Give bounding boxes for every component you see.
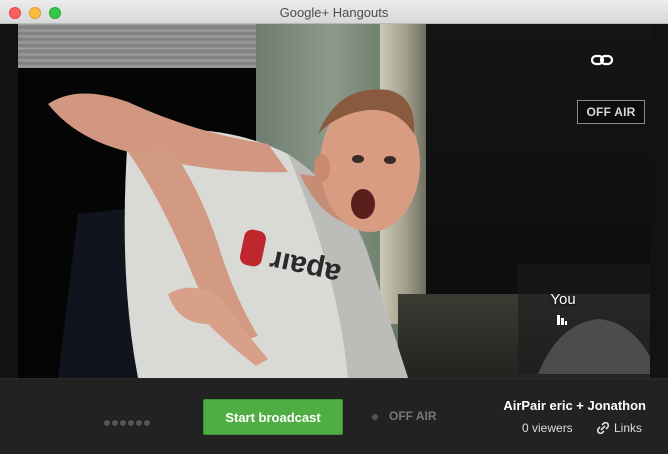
broadcast-status-text: OFF AIR bbox=[389, 409, 437, 423]
signal-icon bbox=[557, 315, 567, 325]
bottom-toolbar: Start broadcast OFF AIR AirPair eric + J… bbox=[0, 378, 668, 454]
title-bar: Google+ Hangouts bbox=[0, 0, 668, 24]
links-button[interactable]: Links bbox=[596, 421, 642, 435]
link-icon[interactable] bbox=[591, 52, 613, 68]
window-title: Google+ Hangouts bbox=[279, 5, 389, 20]
hangouts-window: Google+ Hangouts ɹıɐdɐ OFF AIR You Start… bbox=[0, 0, 668, 454]
self-view-thumbnail[interactable] bbox=[518, 264, 650, 374]
video-stage: ɹıɐdɐ OFF AIR You bbox=[0, 24, 668, 378]
broadcast-status-indicator bbox=[372, 414, 378, 420]
self-view-label: You bbox=[550, 291, 576, 308]
start-broadcast-button[interactable]: Start broadcast bbox=[203, 399, 343, 435]
viewer-count: 0 viewers bbox=[522, 421, 573, 435]
links-label: Links bbox=[614, 421, 643, 435]
progress-dots bbox=[104, 413, 152, 426]
link-icon bbox=[596, 421, 610, 435]
off-air-badge: OFF AIR bbox=[577, 100, 645, 124]
hangout-title: AirPair eric + Jonathon bbox=[503, 398, 646, 413]
